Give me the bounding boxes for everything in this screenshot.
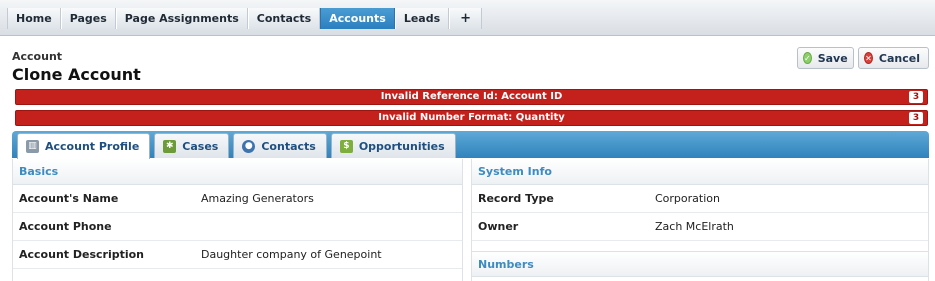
nav-item-page-assignments[interactable]: Page Assignments (115, 8, 248, 29)
error-count-badge: 3 (909, 91, 923, 103)
field-row: Record Type Corporation (472, 185, 928, 213)
system-info-section: System Info Record Type Corporation Owne… (471, 159, 929, 281)
tab-label: Contacts (261, 139, 316, 153)
section-heading: Basics (13, 159, 462, 185)
field-label: Account Description (19, 248, 145, 261)
basics-section: Basics Account's Name Amazing Generators… (12, 159, 463, 281)
field-row: Account's Name Amazing Generators (13, 185, 462, 213)
field-row: Account Description Daughter company of … (13, 241, 462, 269)
person-icon: ● (242, 139, 256, 153)
field-row: Owner Zach McElrath (472, 213, 928, 241)
nav-item-accounts[interactable]: Accounts (320, 8, 395, 29)
error-message: Invalid Reference Id: Account ID (380, 91, 563, 102)
error-banner: Invalid Number Format: Quantity 3 (15, 110, 928, 126)
tab-opportunities[interactable]: $ Opportunities (330, 133, 456, 158)
field-value: Corporation (655, 192, 720, 205)
top-navigation: Home Pages Page Assignments Contacts Acc… (0, 0, 935, 36)
cancel-button[interactable]: ✕ Cancel (858, 47, 929, 69)
nav-item-leads[interactable]: Leads (394, 8, 450, 29)
money-icon: $ (339, 139, 353, 153)
field-label: Record Type (478, 192, 554, 205)
field-value: Amazing Generators (201, 192, 314, 205)
numbers-section-heading: Numbers (472, 251, 928, 277)
nav-tabs: Home Pages Page Assignments Contacts Acc… (7, 8, 483, 29)
save-button[interactable]: ✓ Save (797, 47, 854, 69)
close-icon: ✕ (864, 52, 873, 64)
page-title: Clone Account (12, 65, 141, 84)
cases-icon: ✱ (163, 139, 177, 153)
cancel-label: Cancel (878, 51, 920, 65)
section-heading: System Info (472, 159, 928, 185)
field-label: Account Phone (19, 220, 112, 233)
field-label: Owner (478, 220, 519, 233)
building-icon: ▥ (26, 140, 39, 153)
tab-cases[interactable]: ✱ Cases (154, 133, 230, 158)
tab-label: Cases (182, 139, 219, 153)
error-count-badge: 3 (909, 112, 923, 124)
checkmark-icon: ✓ (803, 52, 812, 64)
error-banner: Invalid Reference Id: Account ID 3 (15, 89, 928, 105)
tab-contacts[interactable]: ● Contacts (233, 133, 327, 158)
nav-item-contacts[interactable]: Contacts (247, 8, 321, 29)
nav-item-pages[interactable]: Pages (60, 8, 116, 29)
field-value: Daughter company of Genepoint (201, 248, 382, 261)
error-message: Invalid Number Format: Quantity (378, 112, 565, 123)
tab-label: Account Profile (45, 140, 140, 153)
nav-item-home[interactable]: Home (7, 8, 61, 29)
add-tab-button[interactable]: + (449, 8, 483, 29)
save-label: Save (817, 51, 848, 65)
record-tabs: ▥ Account Profile ✱ Cases ● Contacts $ O… (17, 133, 460, 159)
field-row: Account Phone (13, 213, 462, 241)
tab-label: Opportunities (358, 139, 445, 153)
breadcrumb: Account (12, 50, 63, 63)
field-label: Account's Name (19, 192, 119, 205)
field-value: Zach McElrath (655, 220, 734, 233)
tab-account-profile[interactable]: ▥ Account Profile (17, 133, 151, 159)
